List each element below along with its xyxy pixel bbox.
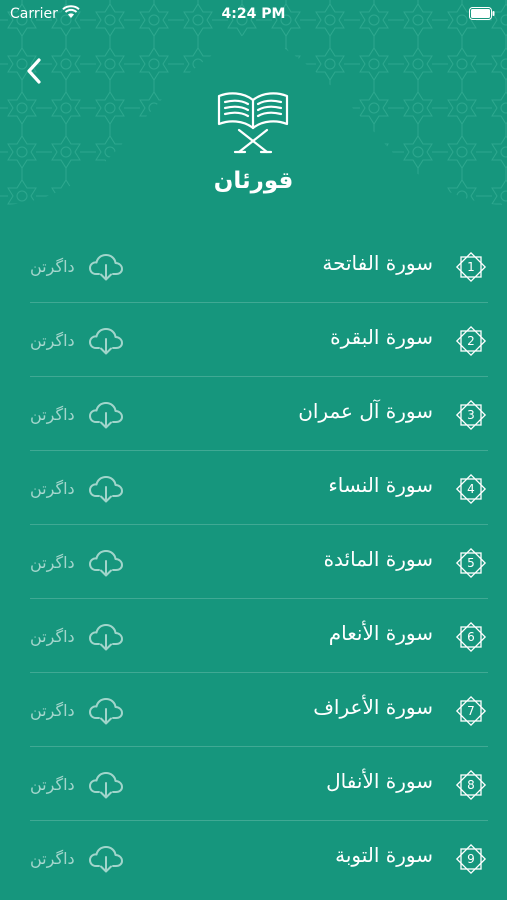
cloud-download-icon: [89, 402, 123, 429]
chevron-left-icon: [27, 58, 41, 84]
quran-stand-icon: [217, 92, 289, 154]
surah-row[interactable]: داگرتن سورة المائدة 5: [30, 525, 488, 599]
download-label: داگرتن: [30, 849, 75, 868]
cloud-download-icon: [89, 254, 123, 281]
surah-number: 7: [467, 704, 475, 718]
surah-number: 9: [467, 852, 475, 866]
download-label: داگرتن: [30, 627, 75, 646]
number-badge: 6: [454, 620, 488, 654]
download-label: داگرتن: [30, 331, 75, 350]
status-time: 4:24 PM: [221, 6, 286, 22]
header: قورئان: [0, 0, 507, 205]
download-label: داگرتن: [30, 701, 75, 720]
surah-name: سورة النساء: [328, 473, 433, 497]
surah-row[interactable]: داگرتن سورة الأنعام 6: [30, 599, 488, 673]
surah-row[interactable]: داگرتن سورة الفاتحة 1: [30, 229, 488, 303]
cloud-download-icon: [89, 624, 123, 651]
download-label: داگرتن: [30, 553, 75, 572]
surah-row[interactable]: داگرتن سورة النساء 4: [30, 451, 488, 525]
cloud-download-icon: [89, 698, 123, 725]
surah-name: سورة التوبة: [335, 843, 433, 867]
download-label: داگرتن: [30, 257, 75, 276]
number-badge: 1: [454, 250, 488, 284]
download-label: داگرتن: [30, 775, 75, 794]
surah-row[interactable]: داگرتن سورة الأنفال 8: [30, 747, 488, 821]
surah-number: 1: [467, 260, 475, 274]
surah-name: سورة المائدة: [323, 547, 433, 571]
number-badge: 8: [454, 768, 488, 802]
surah-number: 8: [467, 778, 475, 792]
download-label: داگرتن: [30, 479, 75, 498]
surah-name: سورة الأنعام: [328, 621, 433, 645]
surah-name: سورة الأعراف: [313, 695, 433, 719]
number-badge: 7: [454, 694, 488, 728]
cloud-download-icon: [89, 476, 123, 503]
surah-number: 6: [467, 630, 475, 644]
cloud-download-icon: [89, 328, 123, 355]
surah-number: 3: [467, 408, 475, 422]
number-badge: 5: [454, 546, 488, 580]
surah-name: سورة البقرة: [330, 325, 433, 349]
surah-row[interactable]: داگرتن سورة آل عمران 3: [30, 377, 488, 451]
cloud-download-icon: [89, 846, 123, 873]
number-badge: 9: [454, 842, 488, 876]
number-badge: 3: [454, 398, 488, 432]
surah-name: سورة الأنفال: [326, 769, 433, 793]
surah-number: 2: [467, 334, 475, 348]
download-label: داگرتن: [30, 405, 75, 424]
surah-name: سورة الفاتحة: [322, 251, 433, 275]
cloud-download-icon: [89, 772, 123, 799]
back-button[interactable]: [20, 54, 50, 88]
status-bar: Carrier 4:24 PM: [0, 0, 507, 28]
surah-row[interactable]: داگرتن سورة التوبة 9: [30, 821, 488, 895]
number-badge: 2: [454, 324, 488, 358]
surah-row[interactable]: داگرتن سورة البقرة 2: [30, 303, 488, 377]
surah-row[interactable]: داگرتن سورة الأعراف 7: [30, 673, 488, 747]
cloud-download-icon: [89, 550, 123, 577]
number-badge: 4: [454, 472, 488, 506]
battery-icon: [469, 7, 495, 20]
surah-number: 4: [467, 482, 475, 496]
surah-name: سورة آل عمران: [298, 399, 433, 423]
page-title: قورئان: [213, 168, 294, 194]
surah-list: داگرتن سورة الفاتحة 1 داگرتن سورة البقرة…: [30, 229, 488, 895]
surah-number: 5: [467, 556, 475, 570]
